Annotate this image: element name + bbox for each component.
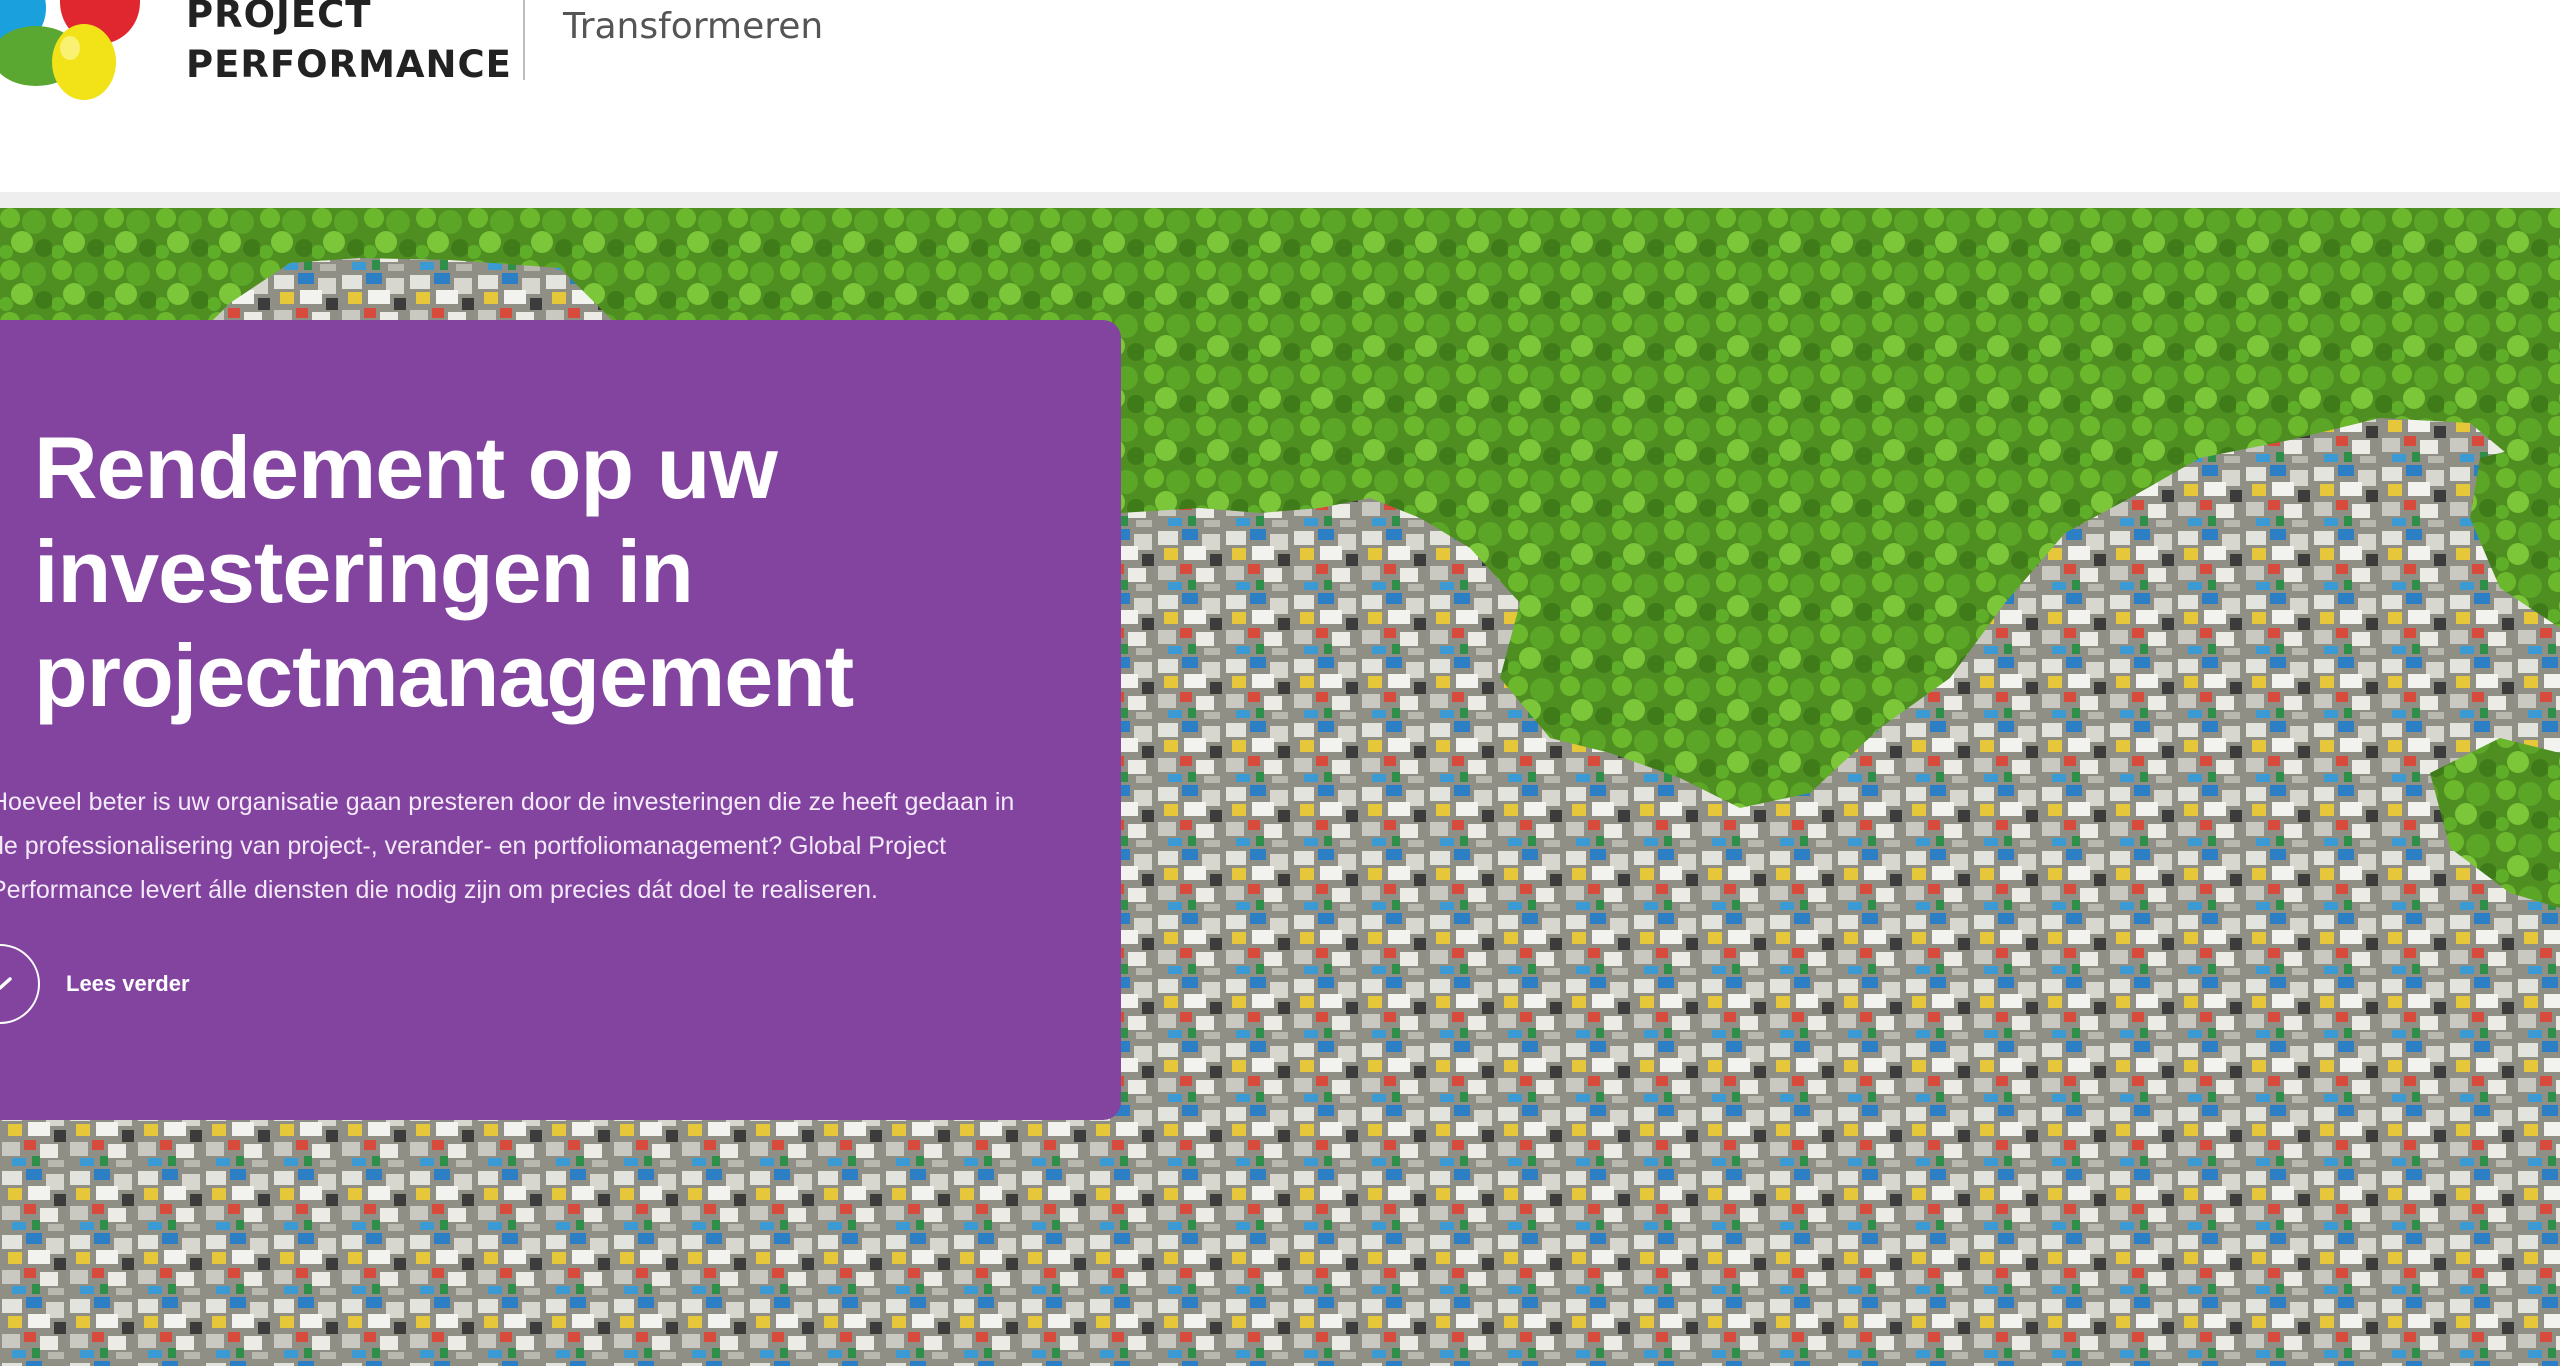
hero-section: Rendement op uw investeringen in project… — [0, 208, 2560, 1366]
brand-line-performance: PERFORMANCE — [186, 43, 512, 86]
hero-title: Rendement op uw investeringen in project… — [34, 418, 854, 725]
read-more-link[interactable]: Lees verder — [0, 944, 190, 1024]
brand-name: PROJECT PERFORMANCE — [186, 0, 512, 90]
hero-card: Rendement op uw investeringen in project… — [0, 320, 1121, 1120]
brand-line-project: PROJECT — [186, 0, 372, 36]
brand-tagline: Transformeren — [563, 6, 824, 47]
header-bottom-rule — [0, 192, 2560, 208]
header-divider — [523, 0, 525, 80]
hero-description: Hoeveel beter is uw organisatie gaan pre… — [0, 788, 1015, 904]
chevron-down-icon — [0, 977, 12, 990]
site-header: PROJECT PERFORMANCE Transformeren — [0, 0, 2560, 192]
company-logo[interactable] — [0, 0, 160, 110]
logo-icon — [0, 0, 140, 100]
read-more-circle-button[interactable] — [0, 944, 40, 1024]
read-more-label: Lees verder — [66, 971, 190, 996]
